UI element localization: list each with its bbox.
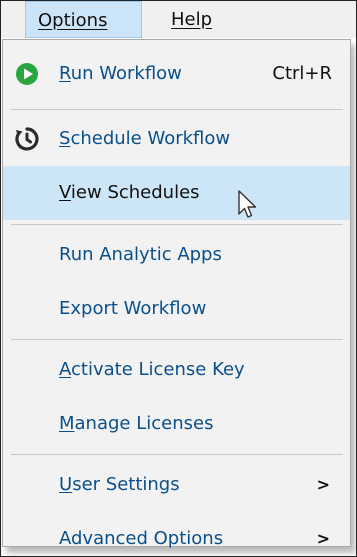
menu-item-activate-license-key-label: ctivate License Key [71, 359, 245, 380]
menu-item-view-schedules-accel: V [59, 182, 71, 203]
menu-item-export-workflow-label: Export Workflow [59, 298, 207, 319]
submenu-arrow-icon: > [316, 475, 330, 494]
menu-item-run-workflow-accel: R [59, 63, 71, 84]
menu-separator [11, 224, 343, 225]
menubar-options-label-rest: ptions [52, 10, 108, 31]
menu-separator [11, 454, 343, 455]
menu-item-user-settings-label: ser Settings [72, 474, 180, 495]
menu-separator [11, 109, 343, 110]
menu-item-user-settings[interactable]: User Settings > [3, 458, 350, 512]
submenu-arrow-icon: > [316, 529, 330, 548]
menu-item-manage-licenses[interactable]: Manage Licenses [3, 397, 350, 451]
menu-item-schedule-workflow-label: chedule Workflow [70, 128, 231, 149]
schedule-clock-icon [15, 127, 39, 151]
menu-item-run-workflow[interactable]: Run Workflow Ctrl+R [3, 47, 350, 101]
menu-item-run-analytic-apps-label: Run Analytic Apps [59, 244, 222, 265]
options-dropdown-menu: Run Workflow Ctrl+R Schedule Workflow Vi… [2, 39, 351, 549]
shortcut-ctrl-r: Ctrl+R [272, 63, 332, 84]
play-icon [16, 63, 38, 85]
menu-item-run-analytic-apps[interactable]: Run Analytic Apps [3, 228, 350, 282]
menu-item-advanced-options-label: Advanced Options [59, 528, 224, 549]
menu-item-activate-license-key[interactable]: Activate License Key [3, 343, 350, 397]
menu-item-schedule-workflow[interactable]: Schedule Workflow [3, 112, 350, 166]
menu-item-export-workflow[interactable]: Export Workflow [3, 282, 350, 336]
menubar-options[interactable]: Options [25, 1, 142, 38]
menu-item-user-settings-accel: U [59, 474, 73, 495]
menubar-options-label: Options [38, 10, 107, 31]
menubar-options-label-accel: O [38, 10, 53, 31]
application-window: Options Help Run Workflow Ctrl+R Schedul… [0, 0, 357, 557]
menubar-help-label: Help [171, 9, 212, 30]
menu-item-advanced-options[interactable]: Advanced Options > [3, 512, 350, 556]
menu-item-schedule-workflow-accel: S [59, 128, 71, 149]
menu-item-view-schedules-label: iew Schedules [70, 182, 200, 203]
menu-item-run-workflow-label: un Workflow [70, 63, 182, 84]
menu-item-view-schedules[interactable]: View Schedules [3, 166, 350, 220]
menu-bar: Options Help [1, 1, 356, 38]
menu-item-activate-license-key-accel: A [59, 359, 71, 380]
menubar-help-label-accel: H [171, 9, 185, 30]
menu-item-manage-licenses-accel: M [59, 413, 75, 434]
menubar-help[interactable]: Help [159, 1, 224, 38]
menu-separator [11, 339, 343, 340]
mouse-pointer-icon [238, 190, 257, 218]
menubar-help-label-rest: elp [184, 9, 213, 30]
menu-item-manage-licenses-label: anage Licenses [74, 413, 214, 434]
